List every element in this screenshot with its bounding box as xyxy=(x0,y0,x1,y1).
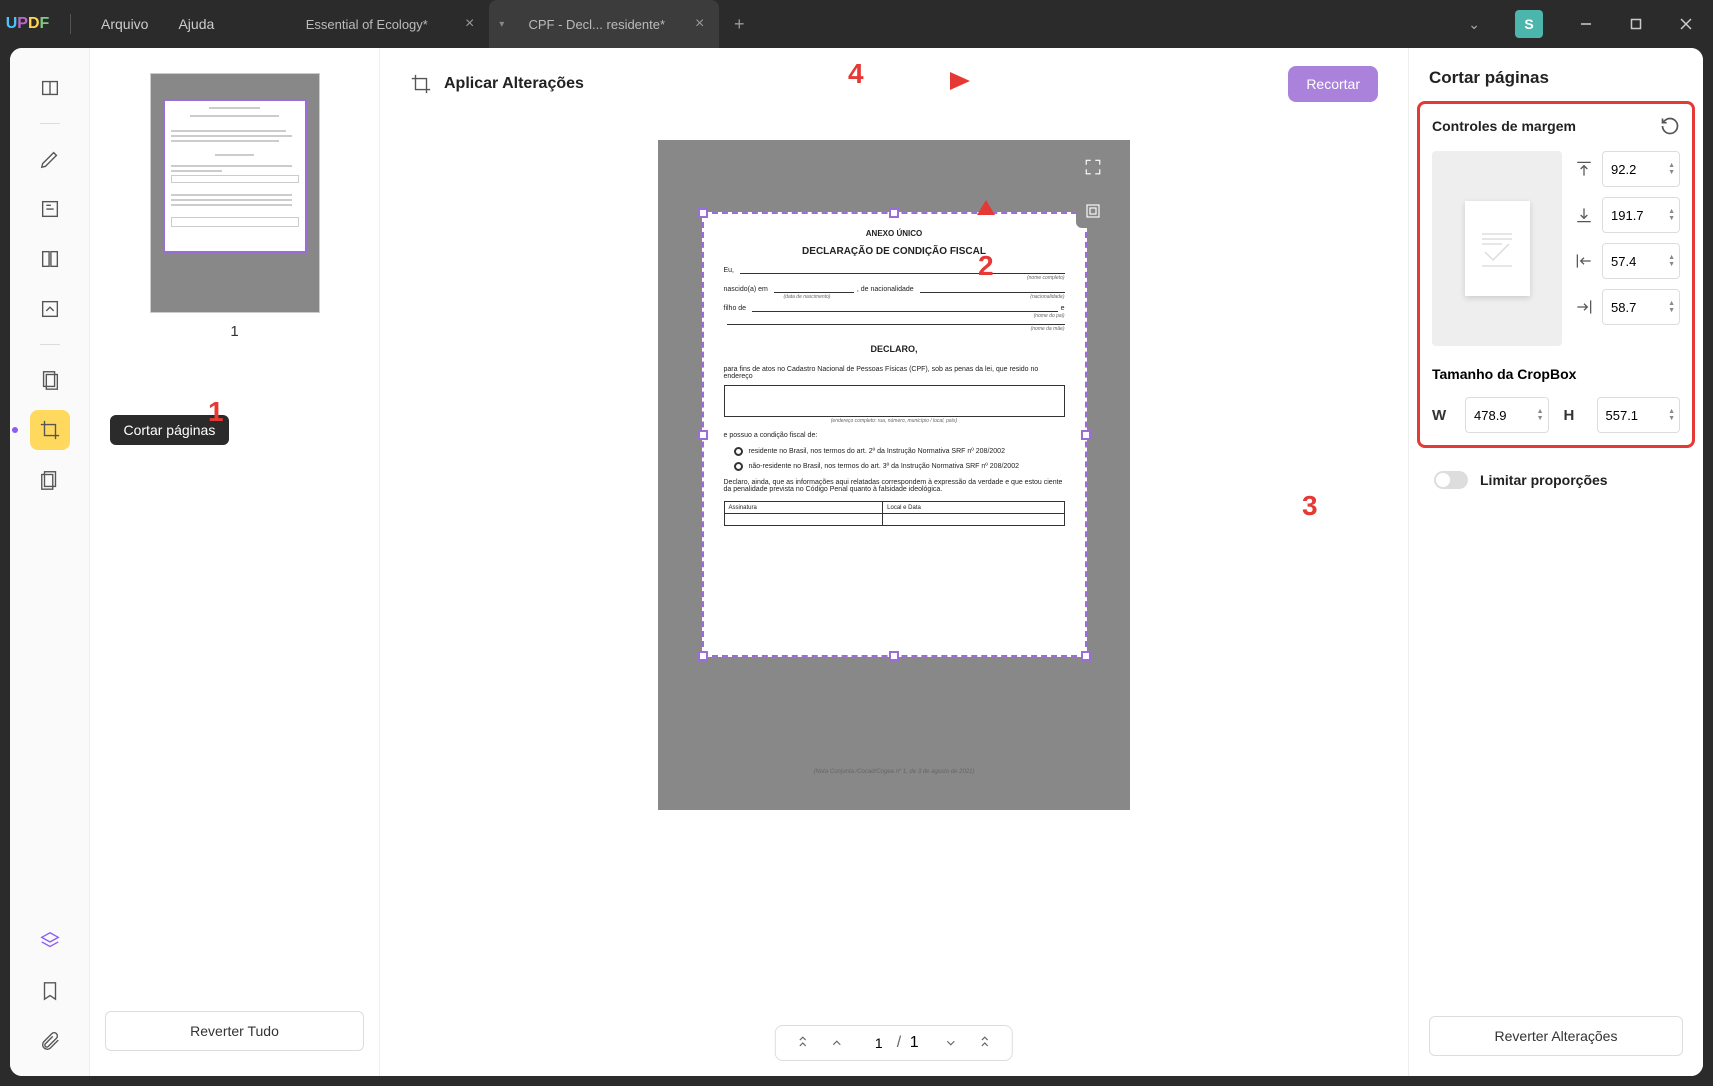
width-label: W xyxy=(1432,407,1450,424)
crop-box-button[interactable] xyxy=(1076,194,1110,228)
constrain-proportions-toggle[interactable] xyxy=(1434,471,1468,489)
reset-icon[interactable] xyxy=(1660,116,1680,136)
crop-selection[interactable]: ANEXO ÚNICO DECLARAÇÃO DE CONDIÇÃO FISCA… xyxy=(702,212,1087,657)
page-thumbnail[interactable] xyxy=(150,73,320,313)
next-page-button[interactable] xyxy=(944,1036,958,1050)
tab-label: CPF - Decl... residente* xyxy=(529,17,666,32)
prev-page-button[interactable] xyxy=(830,1036,844,1050)
margin-right-input[interactable] xyxy=(1611,300,1671,315)
doc-heading: DECLARAÇÃO DE CONDIÇÃO FISCAL xyxy=(724,246,1065,257)
annotate-tool[interactable] xyxy=(30,139,70,179)
reader-tool[interactable] xyxy=(30,68,70,108)
pin-icon: ▾ xyxy=(499,19,504,30)
menu-help[interactable]: Ajuda xyxy=(163,16,229,32)
constrain-label: Limitar proporções xyxy=(1480,472,1608,488)
crop-icon xyxy=(410,73,432,95)
canvas-title: Aplicar Alterações xyxy=(444,75,584,93)
attachment-icon[interactable] xyxy=(30,1021,70,1061)
apply-crop-button[interactable]: Recortar xyxy=(1288,66,1378,102)
margin-controls-title: Controles de margem xyxy=(1432,118,1576,134)
margin-left-icon xyxy=(1574,251,1594,271)
convert-tool[interactable] xyxy=(30,289,70,329)
page-total: 1 xyxy=(904,1034,924,1052)
add-tab-button[interactable]: + xyxy=(719,14,759,35)
close-icon[interactable]: × xyxy=(695,15,704,33)
close-button[interactable] xyxy=(1663,8,1708,40)
edit-tool[interactable] xyxy=(30,189,70,229)
crop-handle[interactable] xyxy=(889,651,899,661)
spinner[interactable]: ▲▼ xyxy=(1668,254,1675,268)
tab-ecology[interactable]: Essential of Ecology* × xyxy=(259,0,489,48)
fit-page-button[interactable] xyxy=(1076,150,1110,184)
right-panel-title: Cortar páginas xyxy=(1429,68,1683,88)
spinner[interactable]: ▲▼ xyxy=(1668,162,1675,176)
organize-tool[interactable] xyxy=(30,360,70,400)
last-page-button[interactable] xyxy=(978,1036,992,1050)
crop-handle[interactable] xyxy=(889,208,899,218)
first-page-button[interactable] xyxy=(796,1036,810,1050)
page-input[interactable] xyxy=(864,1035,894,1051)
watermark-tool[interactable] xyxy=(30,460,70,500)
spinner[interactable]: ▲▼ xyxy=(1537,408,1544,422)
doc-heading: ANEXO ÚNICO xyxy=(724,229,1065,238)
revert-all-button[interactable]: Reverter Tudo xyxy=(105,1011,364,1051)
margin-top-input[interactable] xyxy=(1611,162,1671,177)
spinner[interactable]: ▲▼ xyxy=(1668,408,1675,422)
height-label: H xyxy=(1564,407,1582,424)
spinner[interactable]: ▲▼ xyxy=(1668,208,1675,222)
menu-file[interactable]: Arquivo xyxy=(86,16,163,32)
crop-handle[interactable] xyxy=(698,208,708,218)
crop-handle[interactable] xyxy=(1081,651,1091,661)
margin-bottom-icon xyxy=(1574,205,1594,225)
margin-preview xyxy=(1432,151,1562,346)
chevron-down-icon[interactable]: ⌄ xyxy=(1453,11,1495,38)
crop-tooltip: Cortar páginas xyxy=(110,415,230,445)
spinner[interactable]: ▲▼ xyxy=(1668,300,1675,314)
margin-left-input[interactable] xyxy=(1611,254,1671,269)
page-canvas: ANEXO ÚNICO DECLARAÇÃO DE CONDIÇÃO FISCA… xyxy=(658,140,1130,810)
crop-handle[interactable] xyxy=(698,430,708,440)
ocr-tool[interactable] xyxy=(30,239,70,279)
maximize-button[interactable] xyxy=(1613,8,1658,40)
bookmark-icon[interactable] xyxy=(30,971,70,1011)
revert-changes-button[interactable]: Reverter Alterações xyxy=(1429,1016,1683,1056)
thumbnail-page-number: 1 xyxy=(230,323,238,340)
margin-top-icon xyxy=(1574,159,1594,179)
margin-bottom-input[interactable] xyxy=(1611,208,1671,223)
close-icon[interactable]: × xyxy=(465,15,474,33)
crop-tool[interactable] xyxy=(30,410,70,450)
crop-handle[interactable] xyxy=(698,651,708,661)
cropbox-size-title: Tamanho da CropBox xyxy=(1432,366,1680,382)
crop-handle[interactable] xyxy=(1081,430,1091,440)
layers-icon[interactable] xyxy=(30,921,70,961)
avatar[interactable]: S xyxy=(1515,10,1543,38)
margin-right-icon xyxy=(1574,297,1594,317)
app-logo: UPDF xyxy=(0,15,55,33)
tab-label: Essential of Ecology* xyxy=(306,17,428,32)
page-navigation: / 1 xyxy=(775,1025,1013,1061)
cropbox-width-input[interactable] xyxy=(1474,408,1540,423)
minimize-button[interactable] xyxy=(1563,8,1608,40)
cropbox-height-input[interactable] xyxy=(1606,408,1672,423)
tab-cpf[interactable]: ▾ CPF - Decl... residente* × xyxy=(489,0,719,48)
